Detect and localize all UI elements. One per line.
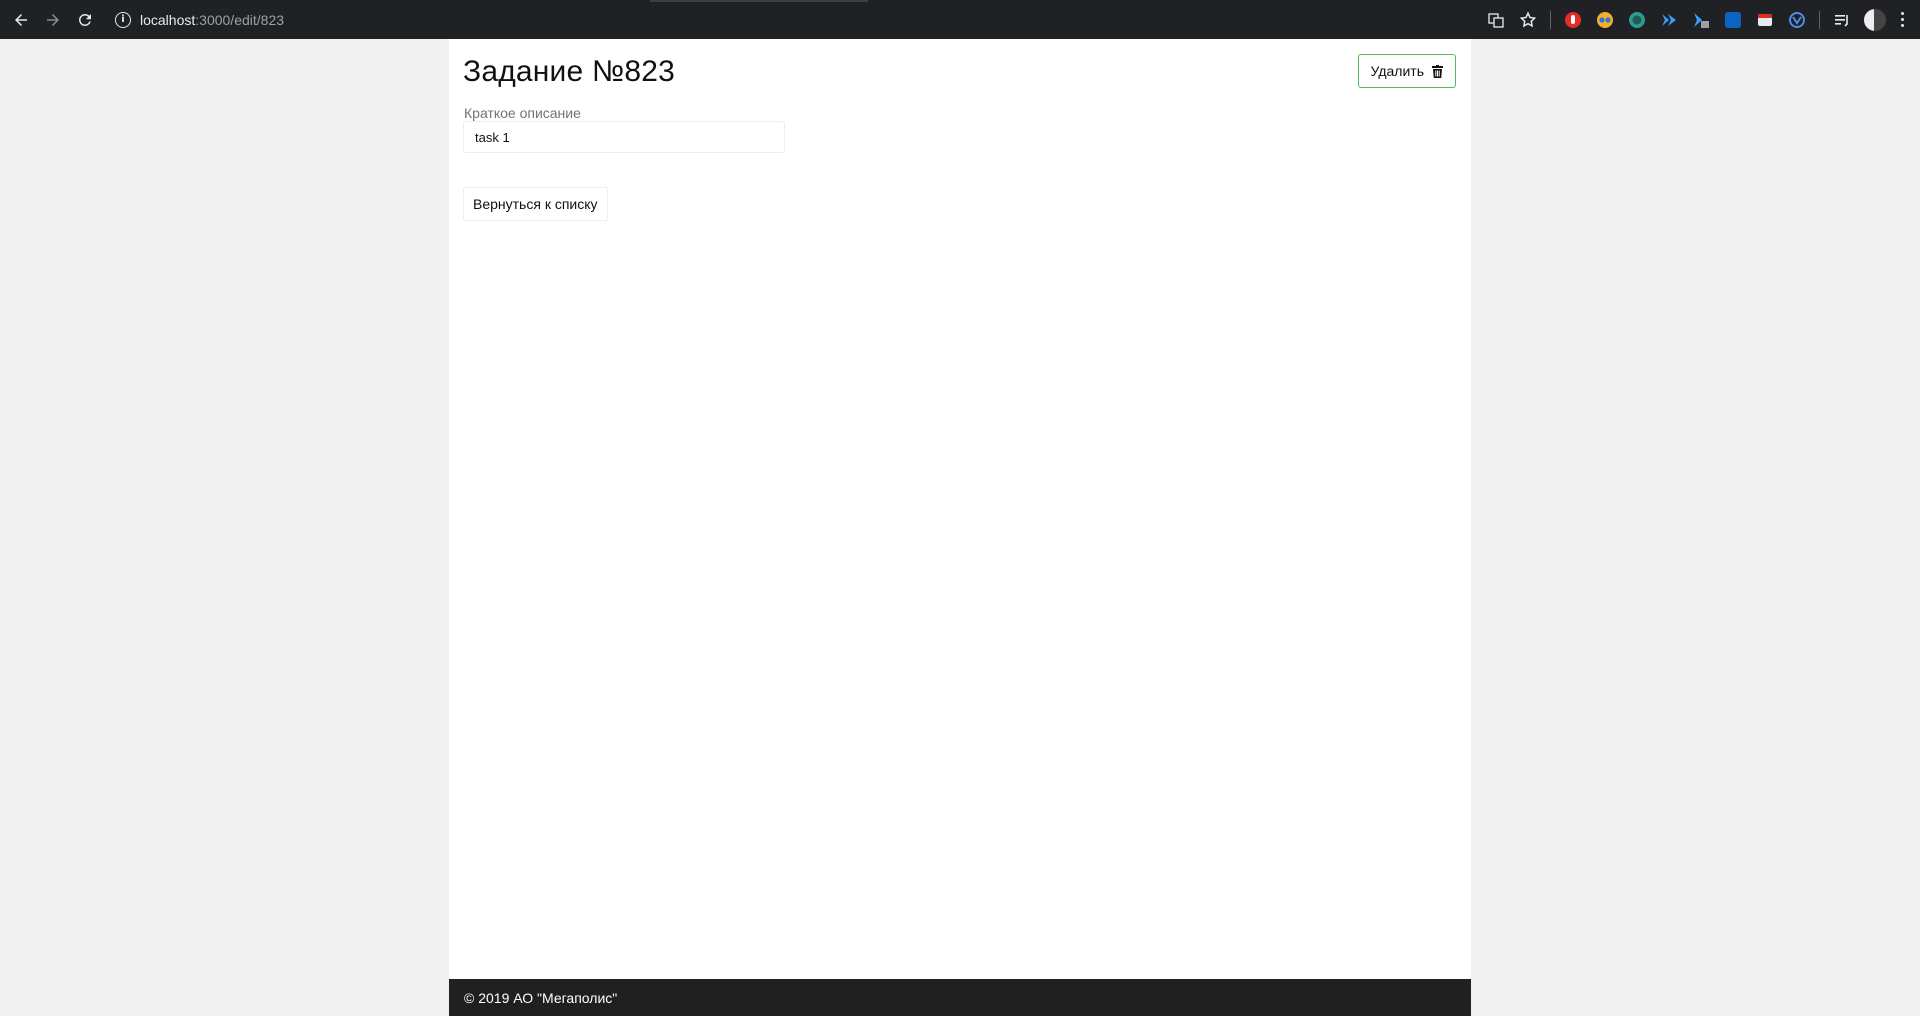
toolbar-separator (1550, 10, 1551, 29)
short-description-label: Краткое описание (464, 105, 581, 121)
short-description-input[interactable] (463, 121, 785, 153)
toolbar-separator (1819, 10, 1820, 29)
active-tab-indicator (650, 0, 868, 2)
extension-icon[interactable] (1756, 11, 1774, 29)
adblock-icon[interactable] (1564, 11, 1582, 29)
url-host: localhost (140, 11, 196, 28)
main-content: Задание №823 Удалить Краткое описание Ве… (449, 39, 1471, 979)
reload-icon[interactable] (69, 4, 101, 36)
extension-icon[interactable] (1628, 11, 1646, 29)
toolbar-actions (1480, 0, 1920, 39)
url-path: :3000/edit/823 (195, 11, 285, 28)
delete-button-label: Удалить (1370, 63, 1424, 79)
site-info-icon[interactable]: i (115, 11, 131, 28)
extension-icon[interactable] (1596, 11, 1614, 29)
profile-avatar[interactable] (1864, 8, 1886, 31)
extension-icon[interactable] (1788, 11, 1806, 29)
copyright-text: © 2019 АО "Мегаполис" (464, 989, 618, 1006)
browser-toolbar: i localhost:3000/edit/823 (0, 0, 1920, 39)
extension-icon[interactable] (1692, 11, 1710, 29)
translate-icon[interactable] (1487, 11, 1505, 29)
page-title: Задание №823 (463, 55, 675, 88)
back-arrow-icon[interactable] (5, 4, 37, 36)
back-to-list-button[interactable]: Вернуться к списку (463, 187, 608, 221)
extension-icon[interactable] (1724, 11, 1742, 29)
delete-button[interactable]: Удалить (1357, 54, 1456, 88)
reading-list-icon[interactable] (1833, 11, 1851, 29)
forward-arrow-icon[interactable] (37, 4, 69, 36)
bookmark-star-icon[interactable] (1519, 11, 1537, 29)
address-bar[interactable]: i localhost:3000/edit/823 (107, 5, 1437, 35)
trash-icon (1432, 64, 1443, 78)
extension-icon[interactable] (1660, 11, 1678, 29)
footer: © 2019 АО "Мегаполис" (449, 979, 1471, 1016)
menu-icon[interactable] (1894, 9, 1910, 31)
